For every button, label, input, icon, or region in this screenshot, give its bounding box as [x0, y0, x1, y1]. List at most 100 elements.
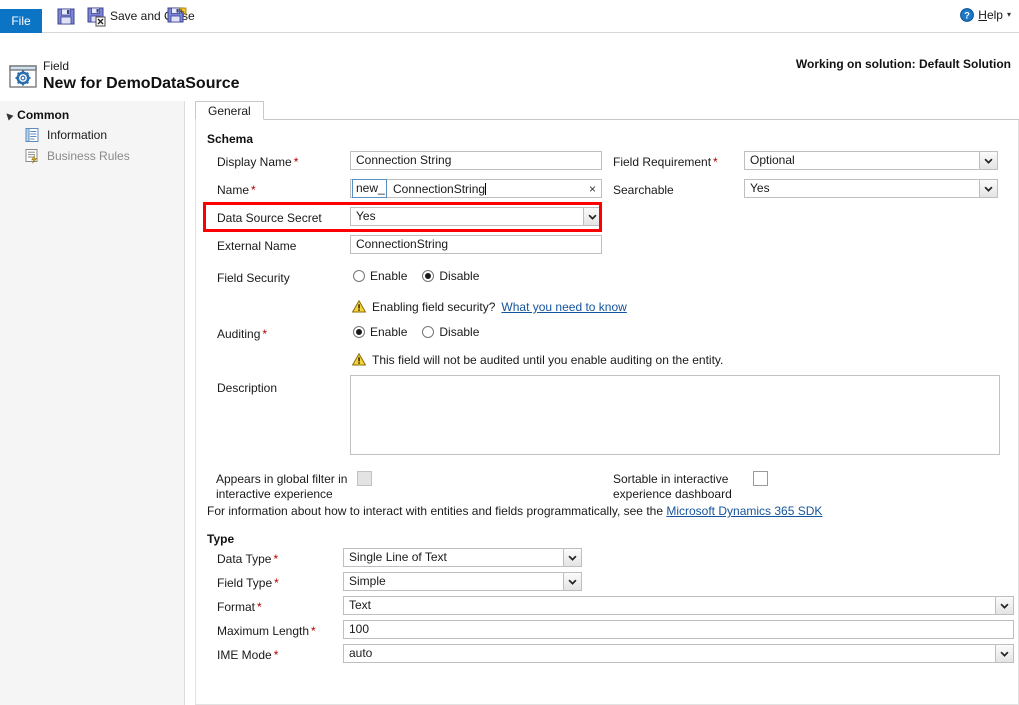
maximum-length-label: Maximum Length* — [217, 624, 316, 638]
sortable-checkbox[interactable] — [753, 471, 768, 486]
field-type-select[interactable]: Simple — [343, 572, 582, 591]
information-icon — [24, 127, 40, 143]
external-name-input[interactable]: ConnectionString — [350, 235, 602, 254]
ime-mode-value: auto — [349, 645, 372, 662]
sidebar-item-business-rules[interactable]: Business Rules — [24, 148, 130, 164]
header-entity-type: Field — [43, 59, 69, 73]
ribbon-toolbar: File Save and Close — [0, 0, 1019, 33]
navigation-sidebar: ◀ Common Information — [0, 101, 185, 705]
maximum-length-input[interactable]: 100 — [343, 620, 1014, 639]
required-asterisk: * — [274, 576, 279, 590]
required-asterisk: * — [251, 183, 256, 197]
sdk-note-text: For information about how to interact wi… — [207, 504, 663, 518]
display-name-input[interactable]: Connection String — [350, 151, 602, 170]
format-label: Format* — [217, 600, 262, 614]
name-label: Name* — [217, 183, 256, 197]
field-security-enable-radio[interactable]: Enable — [353, 269, 407, 283]
auditing-warning: This field will not be audited until you… — [352, 353, 723, 367]
auditing-enable-radio[interactable]: Enable — [353, 325, 407, 339]
data-source-secret-value: Yes — [356, 208, 376, 225]
ime-mode-select[interactable]: auto — [343, 644, 1014, 663]
display-name-label: Display Name* — [217, 155, 298, 169]
field-security-warning: Enabling field security? What you need t… — [352, 300, 627, 314]
data-type-label: Data Type* — [217, 552, 278, 566]
help-mnemonic: H — [978, 8, 987, 22]
external-name-label: External Name — [217, 239, 296, 253]
sidebar-group-label: Common — [17, 108, 69, 122]
schema-section-title: Schema — [207, 132, 253, 146]
field-security-warning-text: Enabling field security? — [372, 300, 495, 314]
description-textarea[interactable] — [350, 375, 1000, 455]
radio-label: Disable — [439, 269, 479, 283]
required-asterisk: * — [713, 155, 718, 169]
field-requirement-select[interactable]: Optional — [744, 151, 998, 170]
searchable-select[interactable]: Yes — [744, 179, 998, 198]
required-asterisk: * — [262, 327, 267, 341]
help-icon: ? — [960, 8, 974, 22]
file-menu-button[interactable]: File — [0, 9, 42, 33]
business-rules-icon — [24, 148, 40, 164]
chevron-down-icon — [979, 152, 997, 169]
name-input[interactable]: new_ ConnectionString × — [350, 179, 602, 198]
data-source-secret-select[interactable]: Yes — [350, 207, 602, 226]
format-select[interactable]: Text — [343, 596, 1014, 615]
type-section-title: Type — [207, 532, 234, 546]
auditing-disable-radio[interactable]: Disable — [422, 325, 479, 339]
svg-text:?: ? — [964, 11, 970, 22]
field-security-radio-group: Enable Disable — [353, 269, 479, 283]
clear-icon[interactable]: × — [589, 181, 596, 197]
radio-circle — [422, 326, 434, 338]
tab-strip: General — [195, 101, 1019, 120]
field-form: General Schema Display Name* Connection … — [186, 101, 1019, 705]
radio-circle — [353, 270, 365, 282]
name-prefix: new_ — [352, 179, 387, 198]
field-security-label: Field Security — [217, 271, 290, 285]
help-button[interactable]: ? Help ▾ — [960, 8, 1011, 22]
chevron-down-icon — [995, 645, 1013, 662]
application-window: File Save and Close — [0, 0, 1019, 705]
help-rest: elp — [987, 8, 1003, 22]
save-icon[interactable] — [55, 5, 77, 27]
chevron-down-icon — [995, 597, 1013, 614]
field-security-warning-link[interactable]: What you need to know — [501, 300, 626, 314]
warning-icon — [352, 300, 366, 313]
text-caret — [485, 183, 486, 195]
required-asterisk: * — [294, 155, 299, 169]
sidebar-item-label: Information — [47, 128, 107, 142]
auditing-warning-text: This field will not be audited until you… — [372, 353, 723, 367]
ime-mode-label: IME Mode* — [217, 648, 278, 662]
sdk-link[interactable]: Microsoft Dynamics 365 SDK — [666, 504, 822, 518]
sidebar-group-common[interactable]: ◀ Common — [6, 108, 69, 122]
field-type-label: Field Type* — [217, 576, 279, 590]
solution-context-label: Working on solution: Default Solution — [796, 57, 1011, 71]
sidebar-item-label: Business Rules — [47, 149, 130, 163]
field-type-value: Simple — [349, 573, 386, 590]
field-requirement-label: Field Requirement* — [613, 155, 718, 169]
radio-circle-selected — [422, 270, 434, 282]
required-asterisk: * — [311, 624, 316, 638]
sdk-note: For information about how to interact wi… — [207, 504, 822, 518]
searchable-value: Yes — [750, 180, 770, 197]
radio-label: Enable — [370, 325, 407, 339]
save-and-close-icon[interactable] — [86, 5, 108, 27]
field-gear-icon — [9, 64, 37, 90]
tab-general[interactable]: General — [195, 101, 264, 120]
name-value: ConnectionString — [393, 180, 486, 198]
chevron-down-icon — [563, 573, 581, 590]
sidebar-item-information[interactable]: Information — [24, 127, 107, 143]
description-label: Description — [217, 381, 277, 395]
warning-icon — [352, 353, 366, 366]
field-requirement-value: Optional — [750, 152, 795, 169]
save-as-new-icon[interactable] — [166, 5, 188, 27]
data-type-select[interactable]: Single Line of Text — [343, 548, 582, 567]
field-security-disable-radio[interactable]: Disable — [422, 269, 479, 283]
auditing-radio-group: Enable Disable — [353, 325, 479, 339]
searchable-label: Searchable — [613, 183, 674, 197]
data-source-secret-label: Data Source Secret — [217, 211, 322, 225]
help-label: Help — [978, 8, 1003, 22]
general-tab-panel: Schema Display Name* Connection String F… — [195, 120, 1019, 705]
required-asterisk: * — [274, 648, 279, 662]
required-asterisk: * — [273, 552, 278, 566]
chevron-down-icon — [563, 549, 581, 566]
radio-label: Disable — [439, 325, 479, 339]
